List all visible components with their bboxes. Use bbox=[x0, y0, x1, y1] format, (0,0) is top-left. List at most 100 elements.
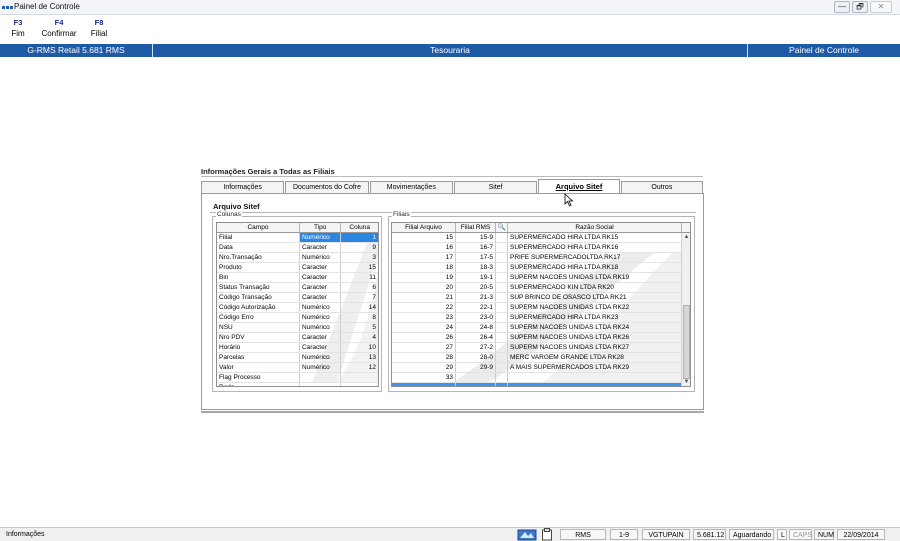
tipo-cell[interactable]: Caracter bbox=[300, 273, 342, 282]
campo-cell[interactable]: Código Erro bbox=[217, 313, 300, 322]
campo-cell[interactable]: Valor bbox=[217, 363, 300, 372]
tipo-cell[interactable] bbox=[300, 373, 342, 382]
column-header[interactable]: Filial Arquivo bbox=[392, 223, 456, 232]
table-row[interactable] bbox=[392, 383, 690, 386]
razao-social-cell[interactable]: SUP BRINCO DE OSASCO LTDA RK21 bbox=[508, 293, 682, 302]
table-row[interactable]: Status Transação Caracter 6 bbox=[217, 283, 378, 293]
filial-rms-cell[interactable]: 29-9 bbox=[456, 363, 496, 372]
coluna-cell[interactable] bbox=[341, 383, 378, 386]
table-row[interactable]: 16 16-7 SUPERMERCADO HIRA LTDA RK16 bbox=[392, 243, 690, 253]
colunas-table[interactable]: Campo Tipo Coluna Filial Numérico 1 Data Car… bbox=[216, 222, 379, 387]
coluna-cell[interactable]: 9 bbox=[341, 243, 378, 252]
razao-social-cell[interactable]: PRIFE SUPERMERCADOLTDA RK17 bbox=[508, 253, 682, 262]
razao-social-cell[interactable] bbox=[508, 383, 682, 386]
razao-social-cell[interactable]: MERC VARGEM GRANDE LTDA RK28 bbox=[508, 353, 682, 362]
filial-rms-cell[interactable]: 16-7 bbox=[456, 243, 496, 252]
table-row[interactable]: 21 21-3 SUP BRINCO DE OSASCO LTDA RK21 bbox=[392, 293, 690, 303]
campo-cell[interactable]: Rede bbox=[217, 383, 300, 386]
coluna-cell[interactable]: 8 bbox=[341, 313, 378, 322]
fkey-fim[interactable]: F3 Fim bbox=[0, 18, 36, 42]
razao-social-cell[interactable]: SUPERM NACOES UNIDAS LTDA RK24 bbox=[508, 323, 682, 332]
maximize-button[interactable]: 🗗 bbox=[852, 1, 868, 13]
tipo-cell[interactable]: Numérico bbox=[300, 303, 342, 312]
table-row[interactable]: 28 28-0 MERC VARGEM GRANDE LTDA RK28 bbox=[392, 353, 690, 363]
table-row[interactable]: 23 23-0 SUPERMERCADO HIRA LTDA RK23 bbox=[392, 313, 690, 323]
coluna-cell[interactable]: 13 bbox=[341, 353, 378, 362]
filial-arquivo-cell[interactable]: 27 bbox=[392, 343, 456, 352]
razao-social-cell[interactable]: SUPERMERCADO KIN LTDA RK20 bbox=[508, 283, 682, 292]
column-header[interactable]: Coluna bbox=[341, 223, 378, 232]
filial-arquivo-cell[interactable]: 19 bbox=[392, 273, 456, 282]
table-row[interactable]: 17 17-5 PRIFE SUPERMERCADOLTDA RK17 bbox=[392, 253, 690, 263]
filial-arquivo-cell[interactable]: 21 bbox=[392, 293, 456, 302]
column-header[interactable]: Tipo bbox=[300, 223, 342, 232]
filial-rms-cell[interactable] bbox=[456, 373, 496, 382]
table-row[interactable]: Data Caracter 9 bbox=[217, 243, 378, 253]
table-row[interactable]: 18 18-3 SUPERMERCADO HIRA LTDA RK18 bbox=[392, 263, 690, 273]
razao-social-cell[interactable]: SUPERM NACOES UNIDAS LTDA RK27 bbox=[508, 343, 682, 352]
campo-cell[interactable]: Filial bbox=[217, 233, 300, 242]
filial-arquivo-cell[interactable]: 29 bbox=[392, 363, 456, 372]
table-row[interactable]: 24 24-8 SUPERM NACOES UNIDAS LTDA RK24 bbox=[392, 323, 690, 333]
table-row[interactable]: Nro PDV Caracter 4 bbox=[217, 333, 378, 343]
coluna-cell[interactable]: 11 bbox=[341, 273, 378, 282]
filial-arquivo-cell[interactable]: 24 bbox=[392, 323, 456, 332]
table-row[interactable]: 27 27-2 SUPERM NACOES UNIDAS LTDA RK27 bbox=[392, 343, 690, 353]
coluna-cell[interactable] bbox=[341, 373, 378, 382]
filial-arquivo-cell[interactable]: 20 bbox=[392, 283, 456, 292]
coluna-cell[interactable]: 5 bbox=[341, 323, 378, 332]
table-row[interactable]: Bin Caracter 11 bbox=[217, 273, 378, 283]
search-cell[interactable] bbox=[496, 243, 508, 252]
search-cell[interactable] bbox=[496, 383, 508, 386]
search-cell[interactable] bbox=[496, 313, 508, 322]
razao-social-cell[interactable]: SUPERM NACOES UNIDAS LTDA RK26 bbox=[508, 333, 682, 342]
table-row[interactable]: Nro.Transação Numérico 3 bbox=[217, 253, 378, 263]
coluna-cell[interactable]: 6 bbox=[341, 283, 378, 292]
search-cell[interactable] bbox=[496, 303, 508, 312]
search-cell[interactable] bbox=[496, 263, 508, 272]
table-row[interactable]: Valor Numérico 12 bbox=[217, 363, 378, 373]
campo-cell[interactable]: Horário bbox=[217, 343, 300, 352]
table-row[interactable]: 33 bbox=[392, 373, 690, 383]
table-row[interactable]: 19 19-1 SUPERM NACOES UNIDAS LTDA RK19 bbox=[392, 273, 690, 283]
search-cell[interactable] bbox=[496, 363, 508, 372]
razao-social-cell[interactable]: SUPERMERCADO HIRA LTDA RK23 bbox=[508, 313, 682, 322]
filial-rms-cell[interactable]: 27-2 bbox=[456, 343, 496, 352]
filial-arquivo-cell[interactable]: 28 bbox=[392, 353, 456, 362]
binoculars-icon[interactable]: 🔍 bbox=[496, 223, 508, 232]
table-row[interactable]: Filial Numérico 1 bbox=[217, 233, 378, 243]
filial-rms-cell[interactable]: 21-3 bbox=[456, 293, 496, 302]
column-header[interactable]: Campo bbox=[217, 223, 300, 232]
tipo-cell[interactable]: Numérico bbox=[300, 313, 342, 322]
coluna-cell[interactable]: 1 bbox=[341, 233, 378, 242]
tipo-cell[interactable]: Numérico bbox=[300, 323, 342, 332]
search-cell[interactable] bbox=[496, 353, 508, 362]
campo-cell[interactable]: NSU bbox=[217, 323, 300, 332]
filiais-table[interactable]: Filial Arquivo Filial RMS 🔍 Razão Social… bbox=[391, 222, 691, 387]
campo-cell[interactable]: Nro.Transação bbox=[217, 253, 300, 262]
tab-sitef[interactable]: Sitef bbox=[453, 181, 538, 193]
table-row[interactable]: Produto Caracter 15 bbox=[217, 263, 378, 273]
search-cell[interactable] bbox=[496, 333, 508, 342]
search-cell[interactable] bbox=[496, 293, 508, 302]
fkey-filial[interactable]: F8 Filial bbox=[82, 18, 116, 42]
campo-cell[interactable]: Bin bbox=[217, 273, 300, 282]
razao-social-cell[interactable]: SUPERMERCADO HIRA LTDA RK18 bbox=[508, 263, 682, 272]
filial-rms-cell[interactable]: 26-4 bbox=[456, 333, 496, 342]
razao-social-cell[interactable]: SUPERMERCADO HIRA LTDA RK16 bbox=[508, 243, 682, 252]
filial-rms-cell[interactable]: 20-5 bbox=[456, 283, 496, 292]
tipo-cell[interactable]: Caracter bbox=[300, 333, 342, 342]
tipo-cell[interactable]: Numérico bbox=[300, 363, 342, 372]
campo-cell[interactable]: Código Autorização bbox=[217, 303, 300, 312]
campo-cell[interactable]: Produto bbox=[217, 263, 300, 272]
tab-arquivo-sitef[interactable]: Arquivo Sitef bbox=[538, 179, 620, 193]
filial-rms-cell[interactable]: 28-0 bbox=[456, 353, 496, 362]
razao-social-cell[interactable]: SUPERM NACOES UNIDAS LTDA RK22 bbox=[508, 303, 682, 312]
table-row[interactable]: 15 15-9 SUPERMERCADO HIRA LTDA RK15 bbox=[392, 233, 690, 243]
fkey-confirmar[interactable]: F4 Confirmar bbox=[36, 18, 82, 42]
coluna-cell[interactable]: 10 bbox=[341, 343, 378, 352]
tab-outros[interactable]: Outros bbox=[620, 181, 703, 193]
table-row[interactable]: Horário Caracter 10 bbox=[217, 343, 378, 353]
filial-rms-cell[interactable]: 22-1 bbox=[456, 303, 496, 312]
tab-documentos-cofre[interactable]: Documentos do Cofre bbox=[285, 181, 369, 193]
